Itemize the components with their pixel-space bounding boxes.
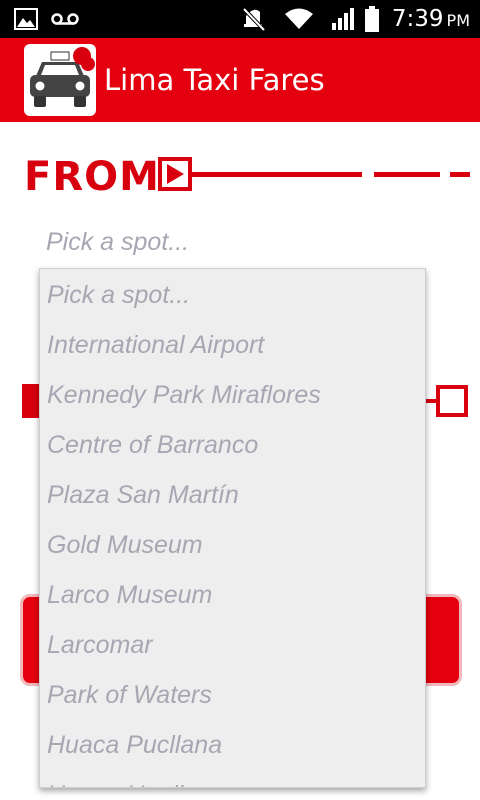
image-icon [12, 0, 40, 38]
dropdown-item[interactable]: Gold Museum [40, 520, 425, 570]
dropdown-item[interactable]: Larco Museum [40, 570, 425, 620]
clock-time: 7:39 [391, 6, 444, 32]
dropdown-item[interactable]: Huaca Huallamarca [40, 770, 425, 787]
from-route-line [190, 172, 470, 177]
app-bar: Lima Taxi Fares [0, 38, 480, 122]
spot-dropdown[interactable]: Pick a spot... International Airport Ken… [39, 268, 426, 788]
to-stop-icon [436, 385, 468, 417]
wifi-icon [284, 0, 314, 38]
from-spinner[interactable]: Pick a spot... [46, 228, 189, 257]
dropdown-item[interactable]: International Airport [40, 320, 425, 370]
dropdown-item[interactable]: Park of Waters [40, 670, 425, 720]
from-arrow-icon [158, 157, 192, 191]
voicemail-icon [50, 0, 80, 38]
dropdown-item[interactable]: Kennedy Park Miraflores [40, 370, 425, 420]
dropdown-item[interactable]: Larcomar [40, 620, 425, 670]
clock-ampm: PM [446, 11, 470, 30]
to-label [22, 384, 40, 418]
app-title: Lima Taxi Fares [104, 63, 325, 97]
dropdown-item[interactable]: Huaca Pucllana [40, 720, 425, 770]
dropdown-item[interactable]: Centre of Barranco [40, 420, 425, 470]
clock: 7:39 PM [392, 0, 470, 38]
taxi-logo-icon [24, 44, 96, 116]
battery-icon [364, 0, 380, 38]
mute-icon [240, 0, 268, 38]
dropdown-item[interactable]: Plaza San Martín [40, 470, 425, 520]
dropdown-item[interactable]: Pick a spot... [40, 270, 425, 320]
status-bar: 7:39 PM [0, 0, 480, 38]
from-label: FROM [24, 154, 160, 200]
signal-icon [330, 0, 356, 38]
